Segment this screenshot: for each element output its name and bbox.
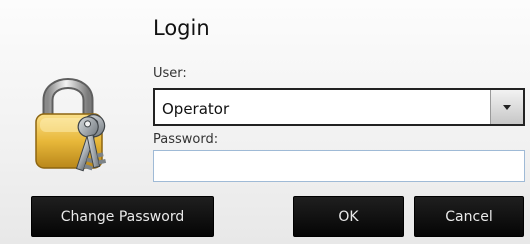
login-dialog: Login User: Operator Password: Change Pa…: [0, 0, 530, 244]
dropdown-arrow-icon[interactable]: [490, 90, 523, 124]
cancel-button[interactable]: Cancel: [414, 196, 524, 237]
dialog-title: Login: [153, 16, 210, 40]
user-dropdown[interactable]: Operator: [153, 88, 525, 126]
password-input[interactable]: [153, 150, 525, 182]
change-password-button[interactable]: Change Password: [31, 196, 214, 237]
user-selected-value: Operator: [162, 100, 230, 118]
ok-button[interactable]: OK: [293, 196, 404, 237]
user-label: User:: [153, 66, 187, 81]
padlock-with-keys-icon: [32, 66, 132, 176]
password-label: Password:: [153, 132, 219, 147]
